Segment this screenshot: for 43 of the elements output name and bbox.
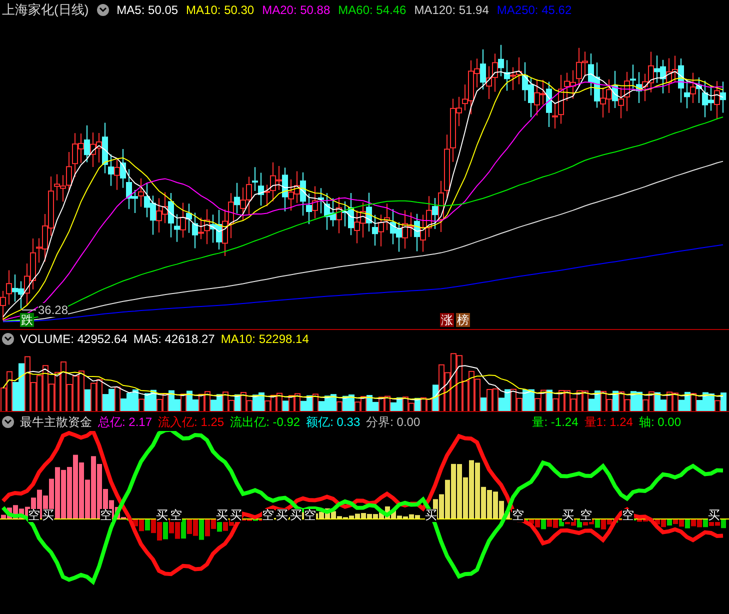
signal-label: 买 — [156, 509, 168, 522]
signal-label: 空 — [100, 509, 112, 522]
dropdown-icon[interactable] — [96, 4, 109, 16]
indicator-value: 轴: 0.00 — [638, 414, 681, 430]
volume-value: MA10: 52298.14 — [220, 331, 309, 348]
indicator-value: 流入亿: 1.25 — [158, 414, 224, 430]
indicator-value: MA250: 45.62 — [496, 2, 572, 19]
indicator-value: MA20: 50.88 — [262, 2, 330, 19]
indicator-value: MA10: 50.30 — [186, 2, 254, 19]
signal-label: 空 — [28, 509, 40, 522]
indicator-value: 量: -1.24 — [532, 414, 578, 430]
badge[interactable]: 榜 — [456, 313, 470, 327]
signal-label: 空 — [580, 509, 592, 522]
low-price-label: 36.28 — [38, 303, 68, 317]
indicator-name: 最牛主散资金 — [20, 414, 92, 430]
indicator-value: 分界: 0.00 — [366, 414, 420, 430]
chart-title: 上海家化(日线) — [2, 1, 89, 20]
indicator-value: 总亿: 2.17 — [98, 414, 152, 430]
signal-label: 买 — [42, 509, 54, 522]
signal-label: 空 — [170, 509, 182, 522]
indicator-value: MA120: 51.94 — [414, 2, 489, 19]
signal-label: 买 — [290, 509, 302, 522]
signal-label: 买 — [708, 509, 720, 522]
signal-label: 买 — [276, 509, 288, 522]
badge[interactable]: 跌 — [20, 313, 34, 327]
signal-label: 空 — [262, 509, 274, 522]
indicator-value: 量1: 1.24 — [584, 414, 633, 430]
indicator-value: 额亿: 0.33 — [306, 414, 360, 430]
indicator-value: 流出亿: -0.92 — [230, 414, 300, 430]
dropdown-icon[interactable] — [2, 416, 14, 428]
signal-label: 买 — [562, 509, 574, 522]
volume-value: VOLUME: 42952.64 — [20, 331, 128, 348]
indicator-value: MA5: 50.05 — [116, 2, 178, 19]
signal-label: 空 — [512, 509, 524, 522]
signal-label: 买 — [216, 509, 228, 522]
signal-label: 空 — [622, 509, 634, 522]
dropdown-icon[interactable] — [2, 333, 14, 345]
badge[interactable]: 涨 — [440, 313, 454, 327]
indicator-value: MA60: 54.46 — [338, 2, 406, 19]
signal-label: 买 — [425, 509, 437, 522]
volume-value: MA5: 42618.27 — [133, 331, 215, 348]
signal-label: 买 — [230, 509, 242, 522]
signal-label: 空 — [304, 509, 316, 522]
